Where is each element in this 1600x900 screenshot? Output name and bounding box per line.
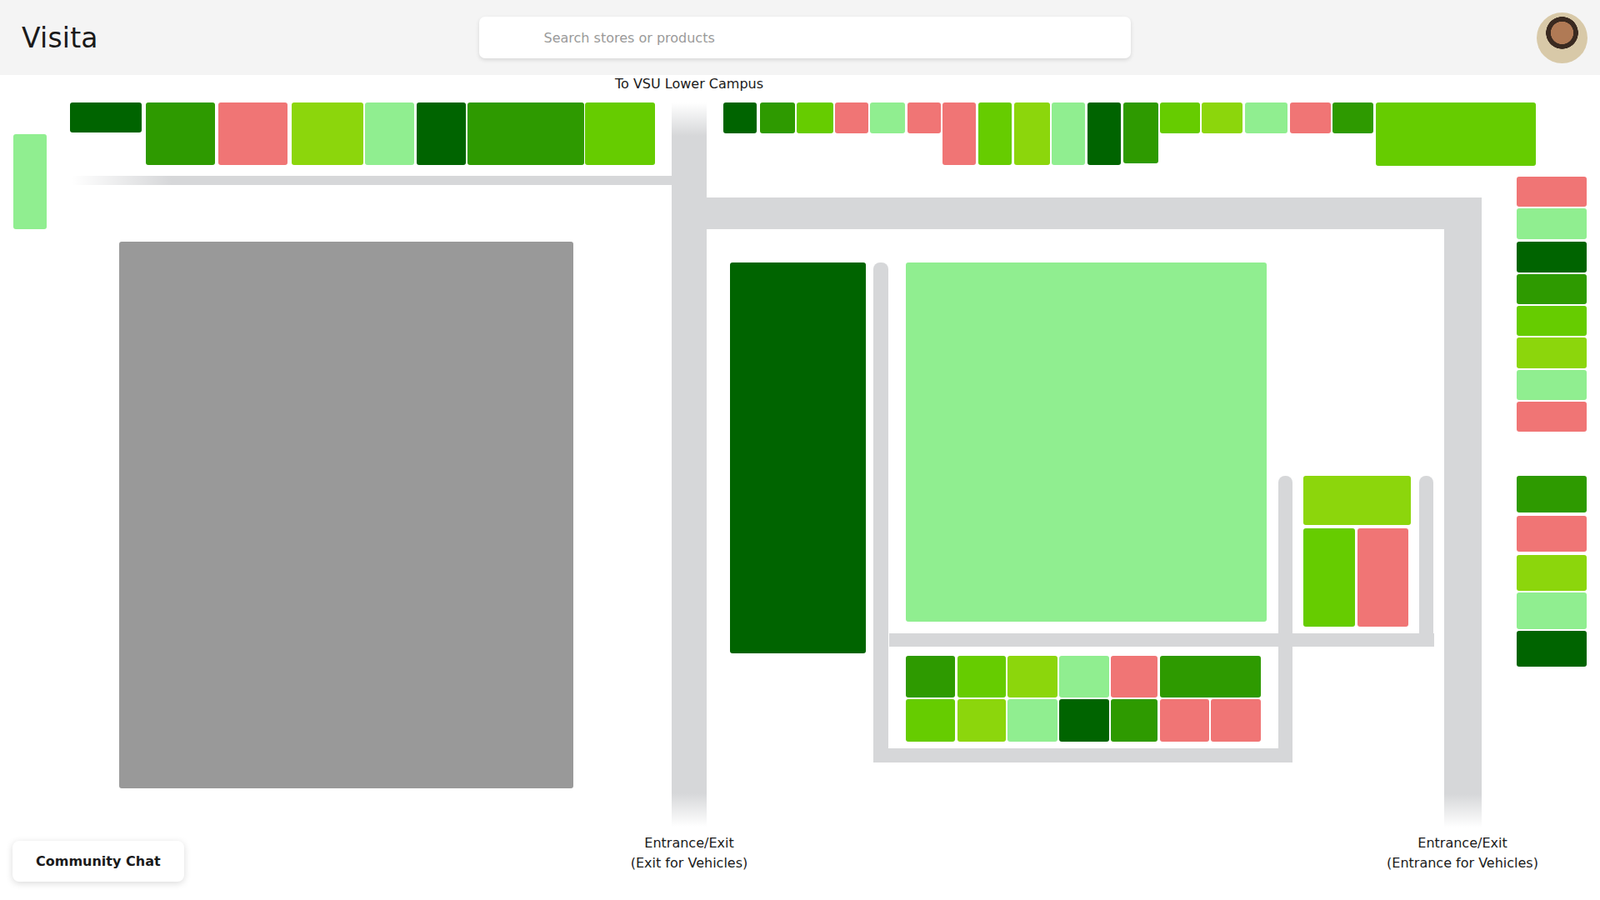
store[interactable] bbox=[291, 102, 364, 165]
store[interactable] bbox=[1516, 401, 1587, 432]
store[interactable] bbox=[1014, 102, 1050, 165]
road bbox=[1278, 475, 1293, 763]
entrance-note: (Exit for Vehicles) bbox=[630, 853, 749, 874]
road bbox=[873, 748, 1293, 763]
store[interactable] bbox=[1007, 699, 1058, 742]
community-chat-button[interactable]: Community Chat bbox=[12, 840, 185, 882]
store[interactable] bbox=[1516, 305, 1587, 336]
store[interactable] bbox=[1110, 655, 1158, 698]
store[interactable] bbox=[1087, 102, 1121, 165]
store[interactable] bbox=[1245, 102, 1288, 134]
store[interactable] bbox=[905, 655, 955, 698]
store[interactable] bbox=[1210, 699, 1261, 742]
entrance-label: Entrance/Exit(Exit for Vehicles) bbox=[630, 833, 749, 874]
search-bar[interactable] bbox=[479, 16, 1131, 59]
entrance-title: Entrance/Exit bbox=[630, 833, 749, 854]
store[interactable] bbox=[723, 102, 757, 134]
store[interactable] bbox=[1375, 102, 1536, 166]
store[interactable] bbox=[957, 699, 1006, 742]
store[interactable] bbox=[978, 102, 1012, 165]
store[interactable] bbox=[1516, 555, 1587, 591]
store[interactable] bbox=[1051, 102, 1085, 165]
store[interactable] bbox=[1303, 475, 1411, 525]
map: To VSU Lower CampusEntrance/Exit(Exit fo… bbox=[0, 75, 1600, 900]
store[interactable] bbox=[1516, 475, 1587, 513]
store[interactable] bbox=[1516, 337, 1587, 369]
store[interactable] bbox=[905, 699, 955, 742]
entrance-title: Entrance/Exit bbox=[1386, 833, 1539, 854]
entrance-label: Entrance/Exit(Entrance for Vehicles) bbox=[1386, 833, 1539, 874]
store[interactable] bbox=[1516, 592, 1587, 630]
entrance-note: (Entrance for Vehicles) bbox=[1386, 853, 1539, 874]
map-label: To VSU Lower Campus bbox=[615, 74, 764, 95]
store[interactable] bbox=[1516, 370, 1587, 400]
store[interactable] bbox=[1516, 208, 1587, 240]
store[interactable] bbox=[119, 241, 574, 789]
store[interactable] bbox=[730, 262, 866, 654]
road bbox=[889, 633, 1435, 647]
store[interactable] bbox=[1160, 102, 1200, 134]
store[interactable] bbox=[1290, 102, 1331, 134]
store[interactable] bbox=[905, 262, 1267, 622]
store[interactable] bbox=[1110, 699, 1158, 742]
road bbox=[705, 197, 1482, 230]
avatar-icon[interactable] bbox=[1536, 12, 1588, 64]
road bbox=[1444, 197, 1482, 828]
store[interactable] bbox=[907, 102, 941, 134]
store[interactable] bbox=[870, 102, 905, 134]
store[interactable] bbox=[1160, 655, 1261, 698]
header-right bbox=[1130, 12, 1589, 64]
store[interactable] bbox=[1007, 655, 1058, 698]
store[interactable] bbox=[1059, 699, 1110, 742]
store[interactable] bbox=[416, 102, 466, 165]
store[interactable] bbox=[585, 102, 655, 165]
store[interactable] bbox=[70, 102, 142, 133]
store[interactable] bbox=[218, 102, 288, 165]
store[interactable] bbox=[1303, 528, 1355, 627]
logo[interactable]: Visita bbox=[21, 21, 480, 55]
store[interactable] bbox=[1516, 274, 1587, 305]
store[interactable] bbox=[1160, 699, 1210, 742]
store[interactable] bbox=[1516, 241, 1587, 273]
store[interactable] bbox=[1516, 176, 1587, 207]
store[interactable] bbox=[1516, 515, 1587, 552]
store[interactable] bbox=[1516, 630, 1587, 667]
store[interactable] bbox=[1357, 528, 1409, 627]
store[interactable] bbox=[942, 102, 976, 165]
search-input[interactable] bbox=[542, 29, 1115, 47]
road bbox=[1419, 475, 1434, 646]
store[interactable] bbox=[1332, 102, 1374, 134]
store[interactable] bbox=[1059, 655, 1110, 698]
road bbox=[873, 262, 889, 763]
store[interactable] bbox=[365, 102, 415, 165]
road bbox=[671, 102, 707, 827]
store[interactable] bbox=[1201, 102, 1243, 134]
store[interactable] bbox=[13, 134, 47, 230]
store[interactable] bbox=[957, 655, 1006, 698]
store[interactable] bbox=[467, 102, 585, 165]
store[interactable] bbox=[796, 102, 834, 134]
store[interactable] bbox=[1123, 102, 1159, 164]
store[interactable] bbox=[760, 102, 795, 134]
store[interactable] bbox=[835, 102, 869, 134]
header: Visita bbox=[0, 0, 1600, 75]
store[interactable] bbox=[145, 102, 215, 165]
road bbox=[71, 175, 672, 185]
